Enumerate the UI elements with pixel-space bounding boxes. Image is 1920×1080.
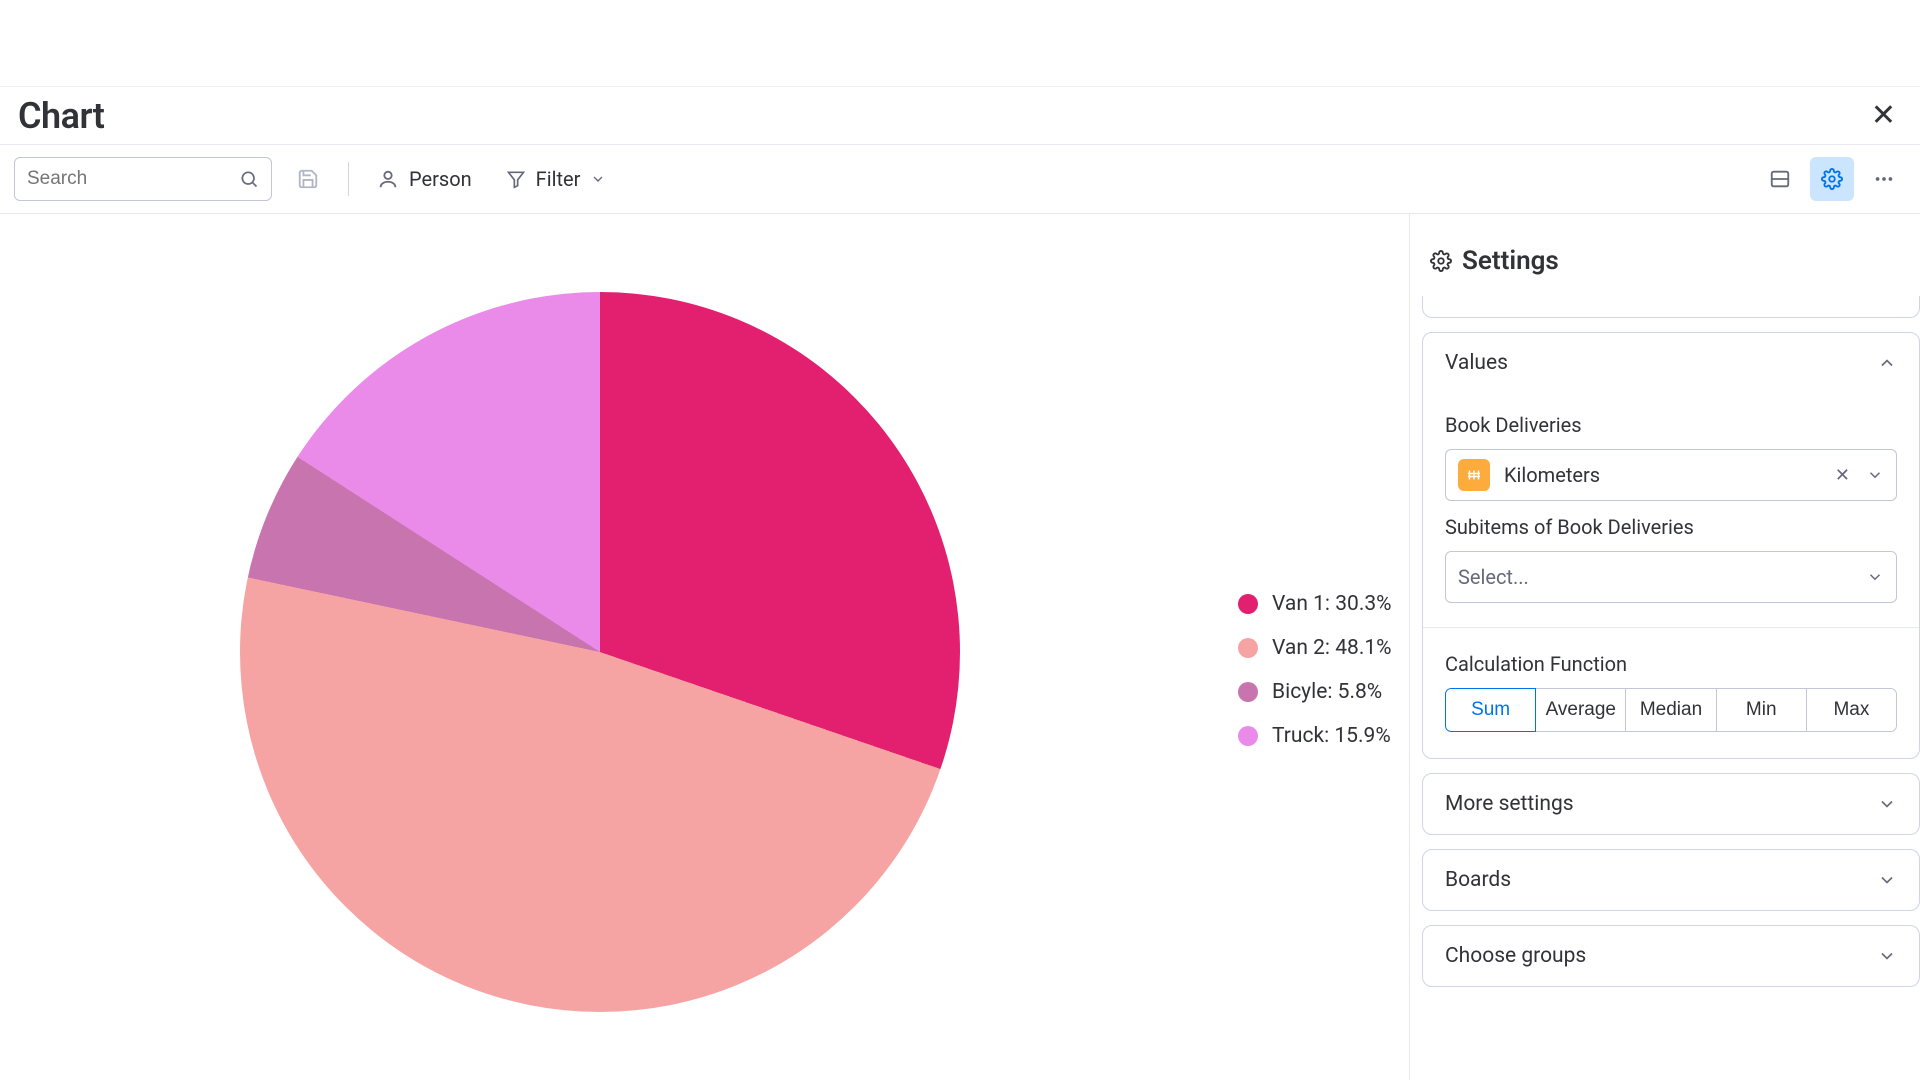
legend-item[interactable]: Bicyle: 5.8% bbox=[1238, 680, 1392, 704]
legend-item[interactable]: Van 1: 30.3% bbox=[1238, 592, 1392, 616]
subitems-select[interactable]: Select... bbox=[1445, 551, 1897, 603]
settings-button[interactable] bbox=[1810, 157, 1854, 201]
toolbar-right bbox=[1758, 157, 1906, 201]
divider bbox=[348, 162, 349, 196]
calc-option-sum[interactable]: Sum bbox=[1445, 688, 1536, 732]
filter-label: Filter bbox=[536, 167, 581, 191]
page-header: Chart ✕ bbox=[0, 86, 1920, 144]
person-icon bbox=[377, 168, 399, 190]
content: Van 1: 30.3% Van 2: 48.1% Bicyle: 5.8% Truc… bbox=[0, 214, 1920, 1080]
blank-top bbox=[0, 0, 1920, 86]
chevron-down-icon bbox=[1866, 568, 1884, 586]
chevron-up-icon bbox=[1877, 353, 1897, 373]
boards-section[interactable]: Boards bbox=[1422, 849, 1920, 911]
legend-label: Van 1: 30.3% bbox=[1272, 592, 1392, 616]
divider bbox=[1423, 627, 1919, 628]
search-input[interactable] bbox=[27, 168, 217, 190]
save-icon bbox=[297, 168, 319, 190]
legend-swatch bbox=[1238, 726, 1258, 746]
legend-swatch bbox=[1238, 638, 1258, 658]
person-label: Person bbox=[409, 167, 472, 191]
legend-label: Bicyle: 5.8% bbox=[1272, 680, 1382, 704]
settings-title: Settings bbox=[1462, 246, 1559, 276]
gear-icon bbox=[1821, 168, 1843, 190]
legend: Van 1: 30.3% Van 2: 48.1% Bicyle: 5.8% Truc… bbox=[1238, 592, 1392, 748]
group-b-label: Subitems of Book Deliveries bbox=[1445, 515, 1897, 539]
group-a-label: Book Deliveries bbox=[1445, 413, 1897, 437]
close-icon[interactable]: ✕ bbox=[1865, 98, 1902, 133]
pie-chart bbox=[240, 292, 960, 1012]
values-body: Book Deliveries Kilometers ✕ Subitems of… bbox=[1423, 393, 1919, 758]
calc-option-average[interactable]: Average bbox=[1535, 688, 1626, 732]
dots-icon bbox=[1873, 168, 1895, 190]
legend-swatch bbox=[1238, 682, 1258, 702]
legend-label: Van 2: 48.1% bbox=[1272, 636, 1392, 660]
values-title: Values bbox=[1445, 351, 1508, 375]
subitems-placeholder: Select... bbox=[1458, 565, 1529, 589]
filter-button[interactable]: Filter bbox=[496, 161, 617, 197]
numbers-column-icon bbox=[1458, 459, 1490, 491]
values-section: Values Book Deliveries Kilometers ✕ bbox=[1422, 332, 1920, 759]
gear-icon bbox=[1430, 250, 1452, 272]
toolbar: Person Filter bbox=[0, 144, 1920, 214]
person-filter[interactable]: Person bbox=[367, 161, 482, 197]
settings-title-row: Settings bbox=[1422, 234, 1920, 282]
choose-groups-title: Choose groups bbox=[1445, 944, 1586, 968]
pie-chart-wrap bbox=[240, 292, 960, 1012]
legend-swatch bbox=[1238, 594, 1258, 614]
values-head[interactable]: Values bbox=[1423, 333, 1919, 393]
choose-groups-section[interactable]: Choose groups bbox=[1422, 925, 1920, 987]
column-selected-label: Kilometers bbox=[1504, 463, 1600, 487]
calc-segmented: SumAverageMedianMinMax bbox=[1445, 688, 1897, 732]
legend-item[interactable]: Truck: 15.9% bbox=[1238, 724, 1392, 748]
clear-column-icon[interactable]: ✕ bbox=[1835, 465, 1850, 486]
chevron-down-icon bbox=[1877, 946, 1897, 966]
filter-icon bbox=[506, 169, 526, 189]
chevron-down-icon bbox=[1877, 794, 1897, 814]
chart-area: Van 1: 30.3% Van 2: 48.1% Bicyle: 5.8% Truc… bbox=[0, 214, 1410, 1080]
split-icon bbox=[1769, 168, 1791, 190]
prev-section-peek bbox=[1422, 296, 1920, 318]
chevron-down-icon bbox=[1877, 870, 1897, 890]
page-title: Chart bbox=[18, 95, 104, 137]
calc-label: Calculation Function bbox=[1445, 652, 1897, 676]
chevron-down-icon[interactable] bbox=[1866, 466, 1884, 484]
legend-label: Truck: 15.9% bbox=[1272, 724, 1391, 748]
calc-option-min[interactable]: Min bbox=[1716, 688, 1807, 732]
calc-option-median[interactable]: Median bbox=[1625, 688, 1716, 732]
legend-item[interactable]: Van 2: 48.1% bbox=[1238, 636, 1392, 660]
search-input-wrap[interactable] bbox=[14, 157, 272, 201]
toolbar-left: Person Filter bbox=[14, 157, 616, 201]
boards-title: Boards bbox=[1445, 868, 1511, 892]
more-settings-title: More settings bbox=[1445, 792, 1574, 816]
calc-option-max[interactable]: Max bbox=[1806, 688, 1897, 732]
chevron-down-icon bbox=[590, 171, 606, 187]
split-view-button[interactable] bbox=[1758, 157, 1802, 201]
more-settings-section[interactable]: More settings bbox=[1422, 773, 1920, 835]
search-icon bbox=[239, 169, 259, 189]
more-button[interactable] bbox=[1862, 157, 1906, 201]
save-button[interactable] bbox=[286, 157, 330, 201]
column-select[interactable]: Kilometers ✕ bbox=[1445, 449, 1897, 501]
settings-panel: Settings Values Book Deliveries Kilomete… bbox=[1410, 214, 1920, 1080]
